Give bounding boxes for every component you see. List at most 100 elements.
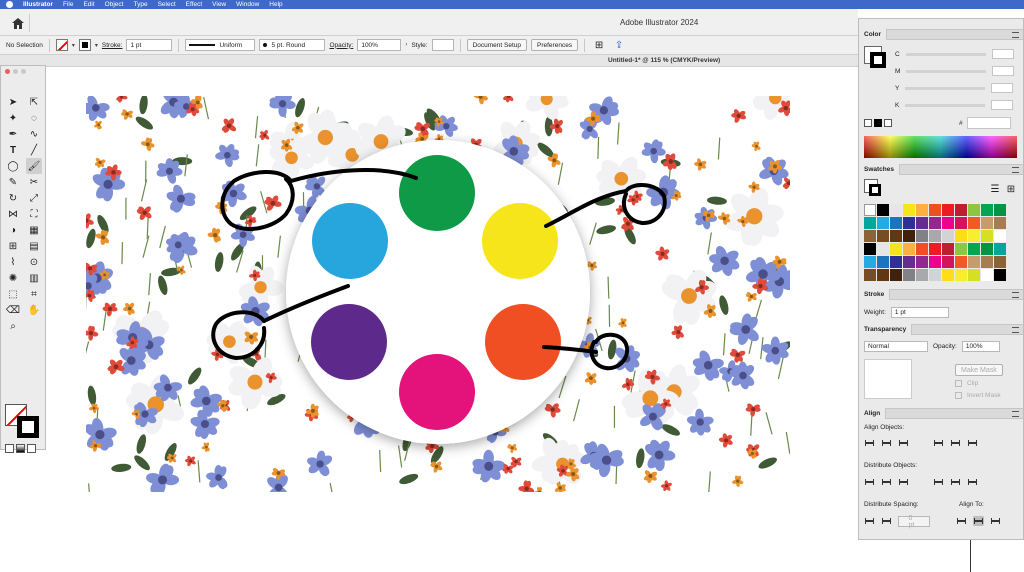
stroke-swatch-black[interactable] <box>17 416 39 438</box>
distribute-left-icon[interactable] <box>933 477 944 487</box>
transparency-panel-tab[interactable]: Transparency <box>859 324 913 335</box>
swatches-panel-tab[interactable]: Swatches <box>859 164 900 175</box>
menu-help[interactable]: Help <box>269 1 282 8</box>
swatch-chip[interactable] <box>929 217 941 229</box>
preferences-button[interactable]: Preferences <box>531 39 579 51</box>
distribute-horizontal-center-icon[interactable] <box>950 477 961 487</box>
swatch-chip[interactable] <box>890 256 902 268</box>
vertical-distribute-space-icon[interactable] <box>864 516 875 526</box>
swatch-chip[interactable] <box>903 217 915 229</box>
swatch-chip[interactable] <box>955 204 967 216</box>
distribute-vertical-center-icon[interactable] <box>881 477 892 487</box>
swatch-chip[interactable] <box>903 256 915 268</box>
panel-menu-icon[interactable] <box>1012 292 1019 298</box>
document-setup-button[interactable]: Document Setup <box>466 39 528 51</box>
variable-width-profile-select[interactable]: Uniform <box>185 39 256 51</box>
clip-checkbox[interactable] <box>955 380 962 387</box>
align-left-icon[interactable] <box>864 438 875 448</box>
pen-tool-icon[interactable]: ✒ <box>5 126 21 142</box>
swatch-chip[interactable] <box>981 256 993 268</box>
swatch-chip[interactable] <box>942 256 954 268</box>
panel-menu-icon[interactable] <box>1012 411 1019 417</box>
align-to-selection-icon[interactable] <box>956 516 967 526</box>
menu-select[interactable]: Select <box>158 1 176 8</box>
swatch-chip[interactable] <box>968 269 980 281</box>
swatch-chip[interactable] <box>942 230 954 242</box>
column-graph-tool-icon[interactable]: ▥ <box>26 270 42 286</box>
fill-color-swatch[interactable] <box>55 39 68 51</box>
swatch-chip[interactable] <box>994 204 1006 216</box>
swatch-chip[interactable] <box>955 269 967 281</box>
scissors-tool-icon[interactable]: ✂ <box>26 174 42 190</box>
swatch-chip[interactable] <box>981 204 993 216</box>
type-tool-icon[interactable]: T <box>5 142 21 158</box>
distribute-top-icon[interactable] <box>864 477 875 487</box>
list-view-icon[interactable]: ☰ <box>987 181 1003 197</box>
color-spectrum[interactable] <box>864 136 1017 158</box>
blend-mode-select[interactable]: Normal <box>864 341 928 352</box>
swatch-chip[interactable] <box>968 217 980 229</box>
swatch-chip[interactable] <box>981 217 993 229</box>
menu-object[interactable]: Object <box>105 1 124 8</box>
swatch-chip[interactable] <box>903 269 915 281</box>
panel-menu-icon[interactable] <box>1012 327 1019 333</box>
swatch-chip[interactable] <box>916 230 928 242</box>
swatch-chip[interactable] <box>903 243 915 255</box>
gradient-tool-icon[interactable]: ▤ <box>26 238 42 254</box>
yellow-field[interactable] <box>991 83 1014 93</box>
canvas-area[interactable] <box>47 67 858 572</box>
swatch-chip[interactable] <box>968 243 980 255</box>
cyan-field[interactable] <box>991 49 1014 59</box>
swatch-chip[interactable] <box>864 217 876 229</box>
yellow-circle[interactable] <box>482 203 558 279</box>
panel-menu-icon[interactable] <box>1012 167 1019 173</box>
make-mask-button[interactable]: Make Mask <box>955 364 1003 376</box>
align-to-key-object-icon[interactable] <box>990 516 1001 526</box>
swatch-chip[interactable] <box>890 269 902 281</box>
menu-app-name[interactable]: Illustrator <box>23 1 53 8</box>
line-segment-tool-icon[interactable]: ╱ <box>26 142 42 158</box>
magenta-slider[interactable] <box>906 69 987 73</box>
align-vertical-center-icon[interactable] <box>950 438 961 448</box>
swatch-chip[interactable] <box>929 230 941 242</box>
minimize-icon[interactable] <box>13 69 18 74</box>
blue-circle[interactable] <box>312 203 388 279</box>
lasso-tool-icon[interactable]: ◌ <box>26 110 42 126</box>
scale-tool-icon[interactable]: ⤢ <box>26 190 42 206</box>
magic-wand-tool-icon[interactable]: ✦ <box>5 110 21 126</box>
swatch-chip[interactable] <box>955 217 967 229</box>
swatch-chip[interactable] <box>942 243 954 255</box>
graphic-style-select[interactable] <box>431 39 454 51</box>
yellow-slider[interactable] <box>905 86 986 90</box>
zoom-tool-icon[interactable]: ⌕ <box>5 318 21 334</box>
magenta-circle[interactable] <box>399 354 475 430</box>
magenta-field[interactable] <box>992 66 1015 76</box>
black-slider[interactable] <box>905 103 986 107</box>
swatch-chip[interactable] <box>994 256 1006 268</box>
none-icon[interactable] <box>27 444 36 453</box>
swatch-chip[interactable] <box>981 243 993 255</box>
chevron-down-icon[interactable]: ▾ <box>72 42 75 49</box>
orange-circle[interactable] <box>485 304 561 380</box>
selection-tool-icon[interactable]: ➤ <box>5 94 21 110</box>
swatch-chip[interactable] <box>955 230 967 242</box>
width-tool-icon[interactable]: ⋈ <box>5 206 21 222</box>
swatch-chip[interactable] <box>916 243 928 255</box>
arrange-documents-icon[interactable]: ⊞ <box>591 37 607 53</box>
document-tab[interactable]: Untitled-1* @ 115 % (CMYK/Preview) <box>608 57 720 64</box>
align-horizontal-center-icon[interactable] <box>881 438 892 448</box>
menu-file[interactable]: File <box>63 1 73 8</box>
hand-tool-icon[interactable]: ✋ <box>26 302 42 318</box>
swatch-chip[interactable] <box>890 204 902 216</box>
home-button[interactable] <box>6 14 30 32</box>
swatch-chip[interactable] <box>877 230 889 242</box>
menu-view[interactable]: View <box>212 1 226 8</box>
swatch-chip[interactable] <box>994 217 1006 229</box>
menu-edit[interactable]: Edit <box>83 1 94 8</box>
stroke-label[interactable]: Stroke: <box>102 42 123 49</box>
swatch-chip[interactable] <box>929 256 941 268</box>
brush-definition-select[interactable]: 5 pt. Round <box>259 39 326 51</box>
artboard-tool-icon[interactable]: ⬚ <box>5 286 21 302</box>
swatch-chip[interactable] <box>916 256 928 268</box>
stroke-panel-tab[interactable]: Stroke <box>859 289 891 300</box>
